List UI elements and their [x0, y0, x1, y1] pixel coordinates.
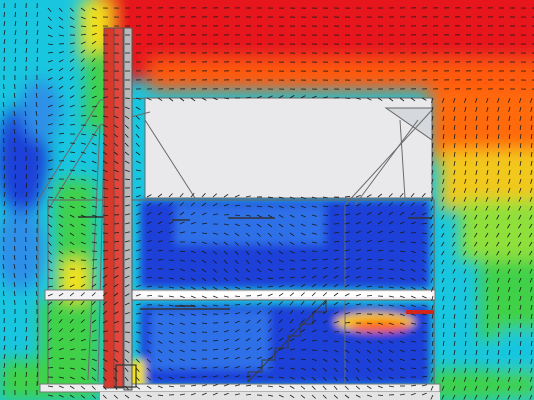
upper-room — [144, 97, 433, 199]
velocity-vector — [3, 137, 5, 144]
velocity-vector — [36, 137, 38, 144]
velocity-vector — [58, 142, 65, 144]
velocity-vector — [36, 164, 38, 171]
velocity-vector — [344, 331, 351, 333]
velocity-vector — [124, 97, 131, 99]
velocity-vector — [201, 232, 208, 234]
velocity-vector — [223, 313, 230, 315]
cfd-airflow-section — [0, 0, 534, 400]
velocity-vector — [91, 349, 98, 351]
velocity-vector — [311, 349, 318, 351]
velocity-vector — [47, 367, 54, 369]
velocity-vector — [157, 304, 164, 306]
velocity-vector — [234, 214, 241, 216]
velocity-vector — [322, 223, 329, 225]
velocity-vector — [421, 232, 428, 234]
velocity-vector — [377, 304, 384, 306]
velocity-vector — [256, 376, 263, 378]
velocity-vector — [14, 137, 16, 144]
velocity-vector — [3, 164, 5, 171]
velocity-vector — [212, 331, 219, 333]
velocity-vector — [124, 331, 131, 333]
velocity-vector — [267, 367, 274, 369]
velocity-vector — [113, 232, 120, 234]
velocity-vector — [69, 124, 76, 126]
velocity-vector — [25, 164, 27, 171]
velocity-vector — [333, 232, 340, 234]
velocity-vector — [102, 223, 109, 225]
velocity-vector — [388, 259, 395, 261]
velocity-vector — [80, 115, 87, 117]
chimney-flue — [103, 27, 137, 391]
velocity-vector — [25, 137, 27, 144]
velocity-vector — [234, 304, 241, 306]
velocity-vector — [14, 164, 16, 171]
